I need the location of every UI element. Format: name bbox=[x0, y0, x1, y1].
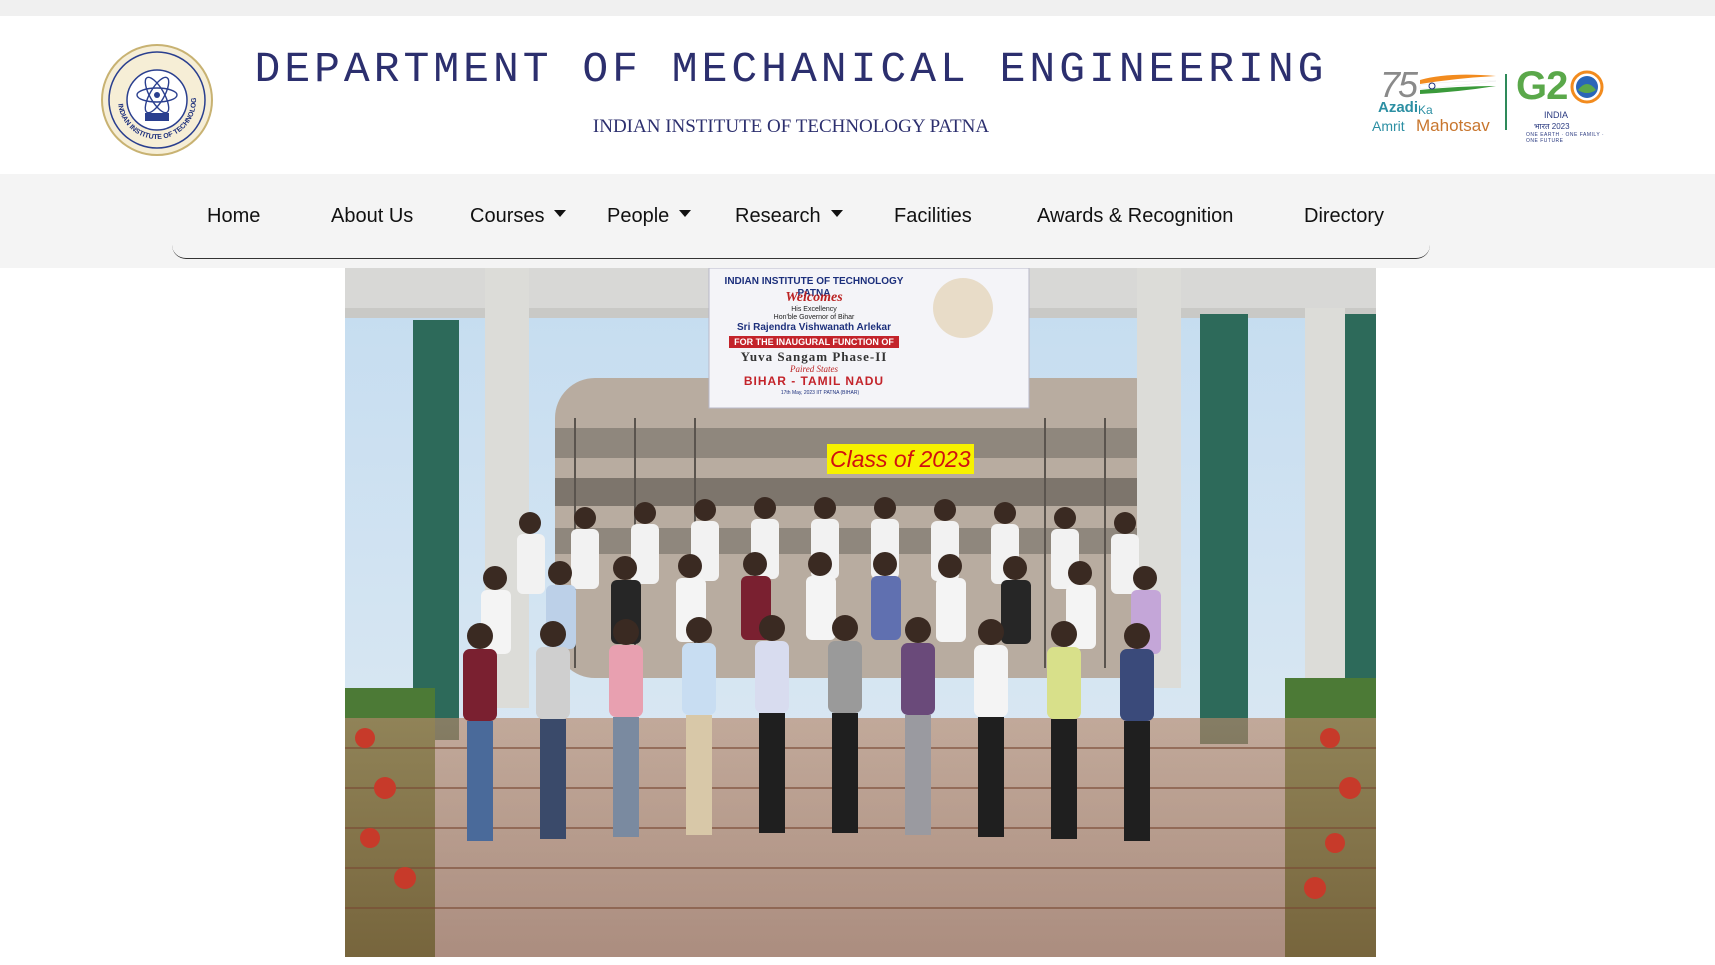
nav-directory-label: Directory bbox=[1304, 205, 1385, 227]
nav-people-label: People bbox=[607, 205, 670, 227]
nav-home[interactable]: Home bbox=[207, 202, 260, 230]
nav-facilities[interactable]: Facilities bbox=[894, 202, 972, 230]
lotus-globe-icon bbox=[1570, 70, 1604, 104]
nav-courses-label: Courses bbox=[470, 205, 545, 227]
nav-people[interactable]: People bbox=[607, 202, 692, 230]
banner-governor: Hon'ble Governor of Bihar bbox=[773, 314, 855, 321]
g20-text: G2 bbox=[1516, 64, 1568, 108]
flag-swoosh-icon bbox=[1419, 74, 1497, 94]
azadi-ka-amrit-mahotsav-logo: 75 Azadi Ka Amrit Mahotsav bbox=[1372, 66, 1500, 138]
chevron-down-icon bbox=[554, 210, 567, 218]
site-header: INDIAN INSTITUTE OF TECHNOLOGY PATNA DEP… bbox=[0, 16, 1715, 174]
main-navbar: Home About Us Courses People Research Fa… bbox=[172, 174, 1430, 259]
g20-motto-text: ONE EARTH · ONE FAMILY · ONE FUTURE bbox=[1526, 132, 1605, 144]
banner-welcomes: Welcomes bbox=[785, 290, 843, 305]
azadi-text: Azadi bbox=[1378, 99, 1419, 116]
institute-title: INDIAN INSTITUTE OF TECHNOLOGY PATNA bbox=[592, 116, 990, 137]
logo-divider bbox=[1505, 74, 1507, 130]
department-title: DEPARTMENT OF MECHANICAL ENGINEERING bbox=[254, 45, 1328, 94]
g20-hindi-text: भारत 2023 bbox=[1534, 122, 1570, 131]
hero-class-photo: INDIAN INSTITUTE OF TECHNOLOGY PATNA Wel… bbox=[345, 268, 1376, 957]
banner-footer: 17th May, 2023 IIT PATNA (BIHAR) bbox=[780, 390, 860, 396]
azadi-ka-text: Ka bbox=[1418, 103, 1433, 117]
banner-excellency: His Excellency bbox=[791, 306, 837, 313]
class-caption: Class of 2023 bbox=[827, 444, 974, 474]
nav-directory[interactable]: Directory bbox=[1304, 202, 1384, 230]
g20-india-text: INDIA bbox=[1544, 110, 1569, 120]
chevron-down-icon bbox=[830, 210, 843, 218]
amrit-text: Amrit bbox=[1372, 118, 1405, 134]
nav-facilities-label: Facilities bbox=[894, 205, 972, 227]
banner-name: Sri Rajendra Vishwanath Arlekar bbox=[737, 322, 891, 333]
nav-home-label: Home bbox=[207, 205, 261, 227]
banner-states: BIHAR - TAMIL NADU bbox=[743, 374, 885, 388]
nav-about-us[interactable]: About Us bbox=[331, 202, 413, 230]
nav-research-label: Research bbox=[735, 205, 821, 227]
top-strip bbox=[0, 0, 1715, 16]
g20-india-logo: G2 INDIA भारत 2023 ONE EARTH · ONE FAMIL… bbox=[1514, 64, 1614, 144]
nav-awards-recognition[interactable]: Awards & Recognition bbox=[1037, 202, 1233, 230]
mahotsav-text: Mahotsav bbox=[1416, 116, 1490, 135]
nav-awards-label: Awards & Recognition bbox=[1037, 205, 1234, 227]
banner-paired: Paired States bbox=[790, 364, 838, 374]
nav-about-us-label: About Us bbox=[331, 205, 414, 227]
nav-courses[interactable]: Courses bbox=[470, 202, 567, 230]
nav-research[interactable]: Research bbox=[735, 202, 843, 230]
chevron-down-icon bbox=[679, 210, 692, 218]
banner-event: FOR THE INAUGURAL FUNCTION OF bbox=[729, 336, 899, 348]
banner-program: Yuva Sangam Phase-II bbox=[740, 349, 888, 364]
